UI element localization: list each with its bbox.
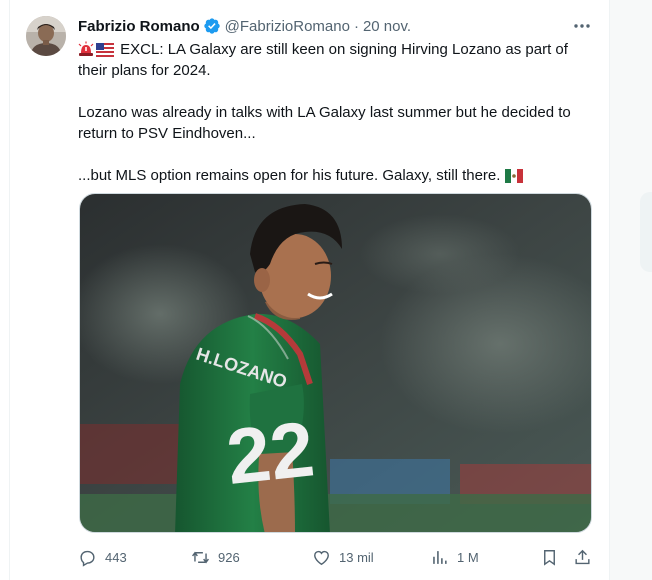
tweet-paragraph-text: EXCL: LA Galaxy are still keen on signin… <box>78 41 568 79</box>
repost-icon <box>192 551 209 563</box>
tweet-photo[interactable]: 22 H.LOZANO <box>79 193 592 533</box>
reply-count: 443 <box>105 549 127 565</box>
verified-badge-icon <box>203 18 220 34</box>
views-count: 1 M <box>457 549 479 565</box>
more-options-icon[interactable] <box>572 18 592 34</box>
us-flag-icon <box>96 43 114 57</box>
tweet-paragraph-2: Lozano was already in talks with LA Gala… <box>78 102 598 144</box>
bookmark-icon <box>544 549 555 566</box>
siren-icon <box>78 41 94 56</box>
author-handle[interactable]: @FabrizioRomano <box>225 18 350 35</box>
tweet-actions: 443 926 13 mil 1 M <box>78 545 598 569</box>
tweet-paragraph-text: ...but MLS option remains open for his f… <box>78 167 501 184</box>
tweet-text: EXCL: LA Galaxy are still keen on signin… <box>78 39 598 186</box>
views-icon <box>433 550 447 564</box>
share-icon <box>575 549 590 564</box>
sidebar-edge <box>609 0 652 580</box>
bookmark-button[interactable] <box>540 545 559 569</box>
views-button[interactable]: 1 M <box>430 545 479 569</box>
like-button[interactable]: 13 mil <box>312 545 374 569</box>
reply-icon <box>80 550 95 567</box>
author-name[interactable]: Fabrizio Romano <box>78 18 200 35</box>
tweet-paragraph-1: EXCL: LA Galaxy are still keen on signin… <box>78 39 598 81</box>
tweet[interactable]: Fabrizio Romano @FabrizioRomano · 20 nov… <box>10 0 609 580</box>
repost-button[interactable]: 926 <box>191 545 240 569</box>
avatar-image <box>26 16 66 56</box>
reply-button[interactable]: 443 <box>78 545 127 569</box>
tweet-header: Fabrizio Romano @FabrizioRomano · 20 nov… <box>78 15 411 37</box>
repost-count: 926 <box>218 549 240 565</box>
avatar[interactable] <box>26 16 66 56</box>
separator-dot: · <box>353 17 359 35</box>
scrollbar-thumb[interactable] <box>640 192 652 272</box>
like-count: 13 mil <box>339 549 374 565</box>
like-icon <box>314 550 329 565</box>
tweet-paragraph-3: ...but MLS option remains open for his f… <box>78 165 598 186</box>
tweet-paragraph-text: Lozano was already in talks with LA Gala… <box>78 104 571 142</box>
player-photo: 22 H.LOZANO <box>80 194 591 532</box>
mexico-flag-icon <box>504 169 523 183</box>
share-button[interactable] <box>573 545 592 569</box>
tweet-date[interactable]: 20 nov. <box>363 18 411 35</box>
shirt-number: 22 <box>223 404 318 501</box>
